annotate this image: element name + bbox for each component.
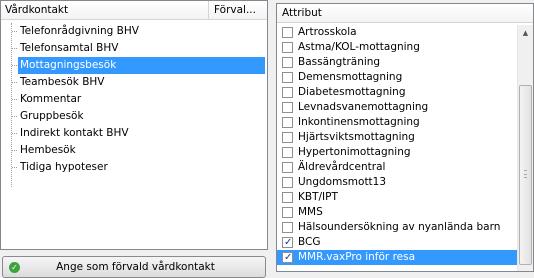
attribute-checkbox[interactable] <box>282 57 293 68</box>
attribute-checkbox[interactable] <box>282 222 293 233</box>
attribute-item[interactable]: Hypertonimottagning <box>277 145 517 160</box>
attribute-checkbox[interactable] <box>282 147 293 158</box>
attribute-label: Astma/KOL-mottagning <box>298 41 420 53</box>
attribute-checkbox[interactable] <box>282 102 293 113</box>
vertical-scrollbar[interactable]: ▲ <box>517 25 533 271</box>
tree-item-label: Mottagningsbesök <box>18 57 265 74</box>
attribute-label: BCG <box>298 236 321 248</box>
tree-item-label: Gruppbesök <box>20 110 84 122</box>
attribute-item[interactable]: Astma/KOL-mottagning <box>277 40 517 55</box>
scrollbar-thumb[interactable] <box>519 85 532 265</box>
tree-item-label: Telefonrådgivning BHV <box>20 25 139 37</box>
attribute-label: Ungdomsmott13 <box>298 176 387 188</box>
attribute-checkbox[interactable] <box>282 207 293 218</box>
attribute-label: Bassängträning <box>298 56 381 68</box>
tree-item-label: Teambesök BHV <box>20 76 105 88</box>
tree-item[interactable]: Mottagningsbesök <box>1 57 267 74</box>
attribute-item[interactable]: Hälsoundersökning av nyanlända barn <box>277 220 517 235</box>
attribute-checkbox[interactable] <box>282 117 293 128</box>
attribute-label: Levnadsvanemottagning <box>298 101 429 113</box>
tree-item[interactable]: Teambesök BHV <box>1 74 267 91</box>
attribute-label: Hälsoundersökning av nyanlända barn <box>298 221 501 233</box>
tree-item-label: Hembesök <box>20 144 76 156</box>
attribute-checkbox[interactable] <box>282 87 293 98</box>
attribute-item[interactable]: Hjärtsviktsmottagning <box>277 130 517 145</box>
attribute-checkbox[interactable] <box>282 27 293 38</box>
attribute-label: Demensmottagning <box>298 71 403 83</box>
tree-item[interactable]: Indirekt kontakt BHV <box>1 125 267 142</box>
attribute-item[interactable]: Artrosskola <box>277 25 517 40</box>
attribute-checkbox[interactable] <box>282 162 293 173</box>
attribute-item[interactable]: Ungdomsmott13 <box>277 175 517 190</box>
attribute-label: Äldrevårdcentral <box>298 161 386 173</box>
attribute-checkbox[interactable] <box>282 250 293 265</box>
scrollbar-grip-icon <box>524 170 527 178</box>
attribute-item[interactable]: KBT/IPT <box>277 190 517 205</box>
attribute-item[interactable]: Äldrevårdcentral <box>277 160 517 175</box>
attribute-checkbox[interactable] <box>282 177 293 188</box>
attribute-label: MMS <box>298 206 323 218</box>
scroll-up-arrow-icon[interactable]: ▲ <box>518 25 533 41</box>
attribute-label: KBT/IPT <box>298 191 338 203</box>
tree-item[interactable]: Kommentar <box>1 91 267 108</box>
button-label: Ange som förvald vårdkontakt <box>56 261 215 273</box>
care-contact-list: Vårdkontakt Förval... Telefonrådgivning … <box>0 0 268 250</box>
column-header-default[interactable]: Förval... <box>209 1 267 19</box>
attribute-item[interactable]: Diabetesmottagning <box>277 85 517 100</box>
attribute-item[interactable]: BCG <box>277 235 517 250</box>
attribute-label: MMR.vaxPro inför resa <box>298 251 416 263</box>
attribute-checkbox[interactable] <box>282 235 293 250</box>
check-circle-icon: ✓ <box>9 261 20 273</box>
attribute-item[interactable]: Bassängträning <box>277 55 517 70</box>
tree-item-label: Telefonsamtal BHV <box>20 42 119 54</box>
tree-item[interactable]: Telefonrådgivning BHV <box>1 23 267 40</box>
attribute-list: Attribut Artrosskola Astma/KOL-mottagning… <box>276 3 534 272</box>
tree-item[interactable]: Hembesök <box>1 142 267 159</box>
attribute-label: Artrosskola <box>298 26 357 38</box>
attribute-checkbox[interactable] <box>282 132 293 143</box>
attribute-item[interactable]: Levnadsvanemottagning <box>277 100 517 115</box>
attribute-header: Attribut <box>277 4 533 23</box>
attribute-label: Inkontinensmottagning <box>298 116 420 128</box>
column-header-care-contact[interactable]: Vårdkontakt <box>1 1 209 19</box>
attribute-label: Diabetesmottagning <box>298 86 406 98</box>
tree-item-label: Indirekt kontakt BHV <box>20 127 129 139</box>
attribute-item[interactable]: MMS <box>277 205 517 220</box>
tree-item[interactable]: Gruppbesök <box>1 108 267 125</box>
tree-item[interactable]: Telefonsamtal BHV <box>1 40 267 57</box>
set-default-care-contact-button[interactable]: ✓ Ange som förvald vårdkontakt <box>2 256 266 278</box>
attribute-item[interactable]: Demensmottagning <box>277 70 517 85</box>
attribute-label: Hjärtsviktsmottagning <box>298 131 415 143</box>
tree-item-label: Tidiga hypoteser <box>20 161 108 173</box>
attribute-items: Artrosskola Astma/KOL-mottagning Bassängtr… <box>277 25 517 265</box>
tree-item[interactable]: Tidiga hypoteser <box>1 159 267 176</box>
attribute-item[interactable]: MMR.vaxPro inför resa <box>277 250 517 265</box>
tree-item-label: Kommentar <box>20 93 82 105</box>
list-header: Vårdkontakt Förval... <box>1 1 267 20</box>
attribute-checkbox[interactable] <box>282 192 293 203</box>
attribute-checkbox[interactable] <box>282 42 293 53</box>
attribute-item[interactable]: Inkontinensmottagning <box>277 115 517 130</box>
attribute-label: Hypertonimottagning <box>298 146 411 158</box>
attribute-checkbox[interactable] <box>282 72 293 83</box>
care-contact-tree: Telefonrådgivning BHV Telefonsamtal BHV Mo… <box>1 20 267 187</box>
